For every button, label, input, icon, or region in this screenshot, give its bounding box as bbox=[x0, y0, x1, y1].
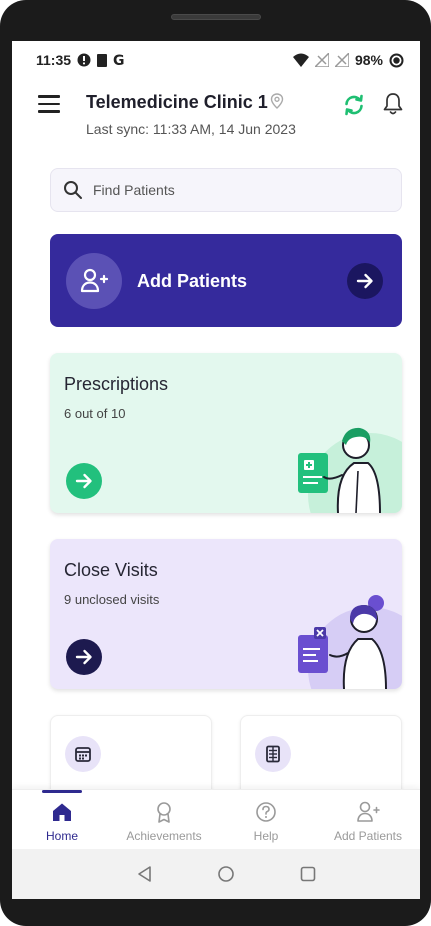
app-header: Telemedicine Clinic 1 Last sync: 11:33 A… bbox=[12, 83, 420, 153]
search-icon bbox=[64, 181, 82, 199]
nav-item-home[interactable]: Home bbox=[12, 790, 112, 850]
g-icon: G bbox=[113, 53, 125, 67]
clinic-title[interactable]: Telemedicine Clinic 1 bbox=[86, 92, 268, 113]
alert-circle-icon bbox=[77, 53, 91, 67]
system-navigation-bar bbox=[12, 849, 420, 899]
nav-item-help[interactable]: Help bbox=[216, 790, 316, 850]
add-patients-label: Add Patients bbox=[137, 271, 248, 291]
nav-active-indicator bbox=[42, 790, 82, 793]
arrow-right-icon bbox=[75, 473, 92, 489]
signal-icon bbox=[314, 53, 329, 67]
arrow-right-icon bbox=[356, 273, 373, 289]
calendar-icon-wrap bbox=[65, 736, 101, 772]
close-visits-title: Close Visits bbox=[64, 560, 158, 580]
home-icon bbox=[53, 803, 71, 821]
signal-icon bbox=[334, 53, 349, 67]
app-screen: 11:35 G 98% Telemedicine Clinic 1 Last s… bbox=[12, 41, 420, 899]
search-input[interactable] bbox=[93, 182, 373, 198]
nav-label-home: Home bbox=[45, 829, 78, 843]
help-icon bbox=[256, 802, 276, 822]
close-visits-arrow-button[interactable] bbox=[66, 639, 102, 675]
sim-icon bbox=[97, 53, 108, 67]
status-bar: 11:35 G 98% bbox=[12, 41, 420, 81]
wifi-icon bbox=[292, 53, 309, 67]
nav-item-achievements[interactable]: Achievements bbox=[114, 790, 214, 850]
last-sync-text: Last sync: 11:33 AM, 14 Jun 2023 bbox=[86, 121, 296, 137]
home-circle-icon[interactable] bbox=[217, 865, 235, 883]
status-left: 11:35 G bbox=[36, 52, 126, 68]
svg-text:G: G bbox=[113, 53, 125, 67]
close-visits-card[interactable]: Close Visits 9 unclosed visits bbox=[50, 539, 402, 689]
nurse-illustration bbox=[298, 595, 402, 689]
location-icon[interactable] bbox=[270, 93, 284, 109]
nav-label-help: Help bbox=[253, 829, 279, 843]
recents-icon[interactable] bbox=[299, 865, 317, 883]
doctor-illustration bbox=[298, 427, 402, 513]
battery-percent: 98% bbox=[354, 52, 383, 68]
add-patients-arrow-button[interactable] bbox=[347, 263, 383, 299]
prescriptions-card[interactable]: Prescriptions 6 out of 10 bbox=[50, 353, 402, 513]
search-bar[interactable] bbox=[50, 168, 402, 212]
close-visits-count: 9 unclosed visits bbox=[64, 592, 160, 607]
status-right: 98% bbox=[292, 52, 404, 68]
bottom-navigation: Home Achievements Help Add Patients bbox=[12, 789, 420, 849]
add-user-icon bbox=[80, 268, 108, 293]
prescriptions-arrow-button[interactable] bbox=[66, 463, 102, 499]
bell-icon[interactable] bbox=[382, 92, 404, 116]
add-user-icon bbox=[357, 801, 380, 822]
menu-icon[interactable] bbox=[38, 95, 60, 113]
arrow-right-icon bbox=[75, 649, 92, 665]
back-icon[interactable] bbox=[136, 865, 154, 883]
award-icon bbox=[157, 802, 171, 823]
nav-label-achievements: Achievements bbox=[126, 829, 202, 843]
document-icon-wrap bbox=[255, 736, 291, 772]
document-icon bbox=[266, 745, 280, 763]
add-user-icon-wrap bbox=[66, 253, 122, 309]
prescriptions-count: 6 out of 10 bbox=[64, 406, 126, 421]
add-patients-card[interactable]: Add Patients bbox=[50, 234, 402, 327]
calendar-icon bbox=[75, 747, 91, 762]
status-time: 11:35 bbox=[36, 52, 72, 68]
nav-label-add-patients: Add Patients bbox=[333, 829, 403, 843]
sync-icon[interactable] bbox=[342, 93, 366, 117]
nav-item-add-patients[interactable]: Add Patients bbox=[318, 790, 418, 850]
speaker-grille bbox=[171, 14, 261, 20]
battery-icon bbox=[389, 53, 404, 67]
prescriptions-title: Prescriptions bbox=[64, 374, 169, 394]
phone-frame: 11:35 G 98% Telemedicine Clinic 1 Last s… bbox=[0, 0, 431, 926]
